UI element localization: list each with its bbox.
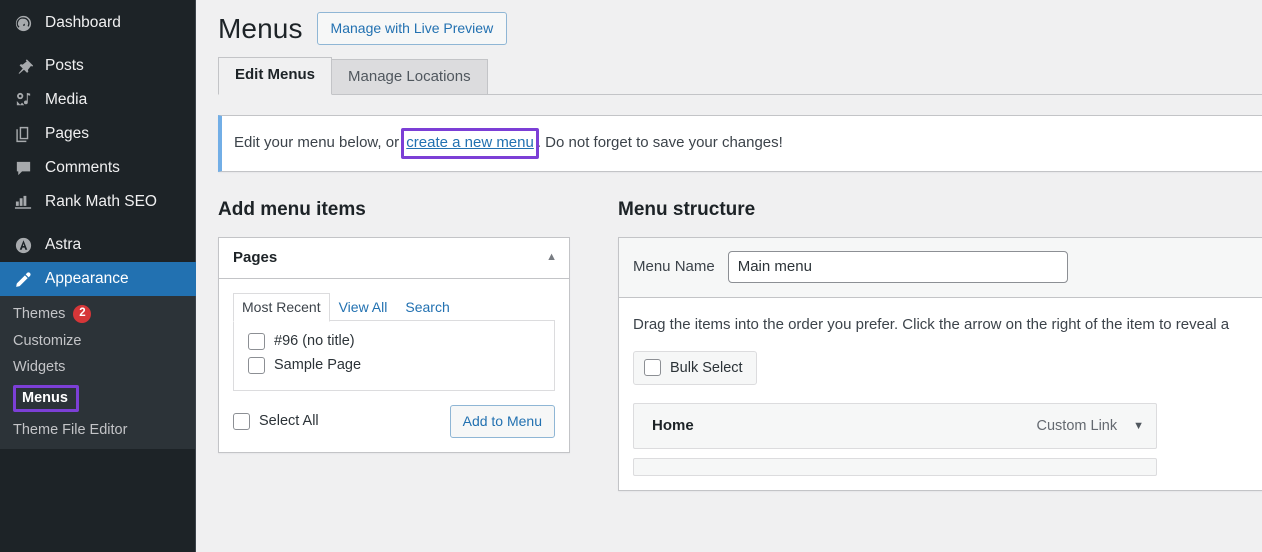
menu-structure-hint: Drag the items into the order you prefer… — [633, 315, 1230, 333]
media-icon — [10, 89, 36, 111]
page-label: #96 (no title) — [274, 333, 355, 350]
sidebar-divider — [0, 219, 196, 228]
bulk-select-toggle[interactable]: Bulk Select — [633, 351, 757, 386]
sidebar-item-label: Posts — [45, 57, 84, 75]
sidebar-item-label: Comments — [45, 159, 120, 177]
create-new-menu-highlight: create a new menu — [401, 127, 539, 160]
sidebar-divider — [0, 40, 196, 49]
menu-item-meta: Custom Link ▼ — [1037, 418, 1144, 434]
pages-postbox-body: Most Recent View All Search #96 (no titl… — [219, 279, 569, 452]
page-header: Menus Manage with Live Preview — [218, 0, 1262, 46]
tab-edit-menus[interactable]: Edit Menus — [218, 56, 333, 95]
tab-manage-locations[interactable]: Manage Locations — [331, 58, 488, 95]
sidebar-item-rank-math-seo[interactable]: Rank Math SEO — [0, 185, 196, 219]
manage-with-live-preview-button[interactable]: Manage with Live Preview — [316, 12, 508, 46]
menu-structure-box: Menu Name Drag the items into the order … — [618, 236, 1262, 492]
sidebar-item-label: Rank Math SEO — [45, 193, 157, 211]
most-recent-panel: #96 (no title) Sample Page — [233, 319, 555, 391]
page-title: Menus — [218, 13, 303, 44]
sidebar-item-widgets[interactable]: Widgets — [0, 354, 196, 380]
astra-icon — [10, 234, 36, 256]
page-checkbox-row[interactable]: #96 (no title) — [244, 330, 544, 354]
sidebar-item-media[interactable]: Media — [0, 83, 196, 117]
sidebar-subitem-label: Themes — [13, 306, 66, 322]
create-a-new-menu-link[interactable]: create a new menu — [406, 134, 534, 151]
sidebar-subitem-label: Customize — [13, 333, 82, 349]
paintbrush-icon — [10, 268, 36, 290]
main-content: Menus Manage with Live Preview Edit Menu… — [196, 0, 1262, 552]
menu-notice: Edit your menu below, or create a new me… — [218, 114, 1262, 173]
sidebar-primary-menu: Dashboard Posts Media Pages Comments Ran… — [0, 0, 196, 296]
pin-icon — [10, 55, 36, 77]
pages-icon — [10, 123, 36, 145]
add-menu-items-heading: Add menu items — [218, 199, 366, 221]
rank-math-icon — [10, 191, 36, 213]
tab-search[interactable]: Search — [396, 293, 458, 321]
menu-item-row[interactable] — [633, 458, 1157, 477]
nav-tabs: Edit Menus Manage Locations — [218, 56, 1262, 95]
wp-admin-screen: Dashboard Posts Media Pages Comments Ran… — [0, 0, 1262, 552]
menu-item-row[interactable]: Home Custom Link ▼ — [633, 403, 1157, 450]
admin-sidebar: Dashboard Posts Media Pages Comments Ran… — [0, 0, 196, 552]
sidebar-item-pages[interactable]: Pages — [0, 117, 196, 151]
sidebar-item-label: Astra — [45, 236, 82, 254]
notice-text: Edit your menu below, or create a new me… — [234, 127, 783, 160]
select-all-checkbox[interactable] — [233, 412, 250, 430]
sidebar-item-label: Pages — [45, 125, 89, 143]
sidebar-item-customize[interactable]: Customize — [0, 328, 196, 354]
page-checkbox[interactable] — [248, 356, 265, 374]
sidebar-item-label: Dashboard — [45, 14, 121, 32]
menu-name-label: Menu Name — [633, 258, 715, 276]
chevron-down-icon[interactable]: ▼ — [1133, 420, 1144, 432]
select-all-row[interactable]: Select All — [233, 412, 319, 430]
menu-name-row: Menu Name — [619, 237, 1262, 298]
menu-structure-heading: Menu structure — [618, 199, 756, 221]
pages-postbox-header[interactable]: Pages ▲ — [219, 238, 569, 279]
bulk-select-label: Bulk Select — [670, 359, 743, 376]
sidebar-item-theme-file-editor[interactable]: Theme File Editor — [0, 417, 196, 443]
bulk-select-checkbox[interactable] — [644, 359, 661, 377]
add-to-menu-button[interactable]: Add to Menu — [449, 404, 555, 438]
sidebar-item-posts[interactable]: Posts — [0, 49, 196, 83]
menus-columns: Add menu items Pages ▲ Most Recent View … — [218, 198, 1262, 492]
pages-postbox: Pages ▲ Most Recent View All Search #96 … — [218, 236, 570, 453]
tab-most-recent[interactable]: Most Recent — [233, 292, 330, 322]
menu-structure-column: Menu structure Menu Name Drag the items … — [596, 198, 1262, 492]
pages-inner-tabs: Most Recent View All Search — [233, 292, 555, 322]
sidebar-item-menus[interactable]: Menus — [0, 380, 196, 417]
menu-item-type: Custom Link — [1036, 417, 1118, 434]
sidebar-item-label: Media — [45, 91, 88, 109]
sidebar-item-astra[interactable]: Astra — [0, 228, 196, 262]
pages-postbox-title: Pages — [233, 248, 278, 266]
sidebar-item-themes[interactable]: Themes 2 — [0, 300, 196, 328]
menu-name-input[interactable] — [727, 250, 1068, 283]
menu-item-title: Home — [652, 417, 694, 435]
comments-icon — [10, 157, 36, 179]
page-checkbox-row[interactable]: Sample Page — [244, 354, 544, 378]
sidebar-subitem-label: Menus — [13, 385, 79, 413]
sidebar-item-label: Appearance — [45, 270, 129, 288]
dashboard-icon — [10, 12, 36, 34]
notice-text-before: Edit your menu below, or — [234, 133, 404, 151]
tabs-underline — [218, 93, 1262, 95]
tab-view-all[interactable]: View All — [330, 293, 397, 321]
select-all-label: Select All — [259, 413, 319, 430]
menu-structure-body: Drag the items into the order you prefer… — [619, 298, 1262, 491]
appearance-submenu: Themes 2 Customize Widgets Menus Theme F… — [0, 296, 196, 450]
sidebar-subitem-label: Theme File Editor — [13, 422, 128, 439]
sidebar-item-appearance[interactable]: Appearance — [0, 262, 196, 296]
pages-panel-footer: Select All Add to Menu — [233, 404, 555, 442]
chevron-up-icon[interactable]: ▲ — [546, 251, 557, 263]
page-label: Sample Page — [274, 357, 362, 374]
add-menu-items-column: Add menu items Pages ▲ Most Recent View … — [218, 198, 596, 491]
notice-text-after: . Do not forget to save your changes! — [536, 133, 783, 151]
themes-update-badge: 2 — [73, 305, 92, 323]
sidebar-item-dashboard[interactable]: Dashboard — [0, 6, 196, 40]
page-checkbox[interactable] — [248, 332, 265, 350]
sidebar-item-comments[interactable]: Comments — [0, 151, 196, 185]
sidebar-subitem-label: Widgets — [13, 359, 66, 375]
